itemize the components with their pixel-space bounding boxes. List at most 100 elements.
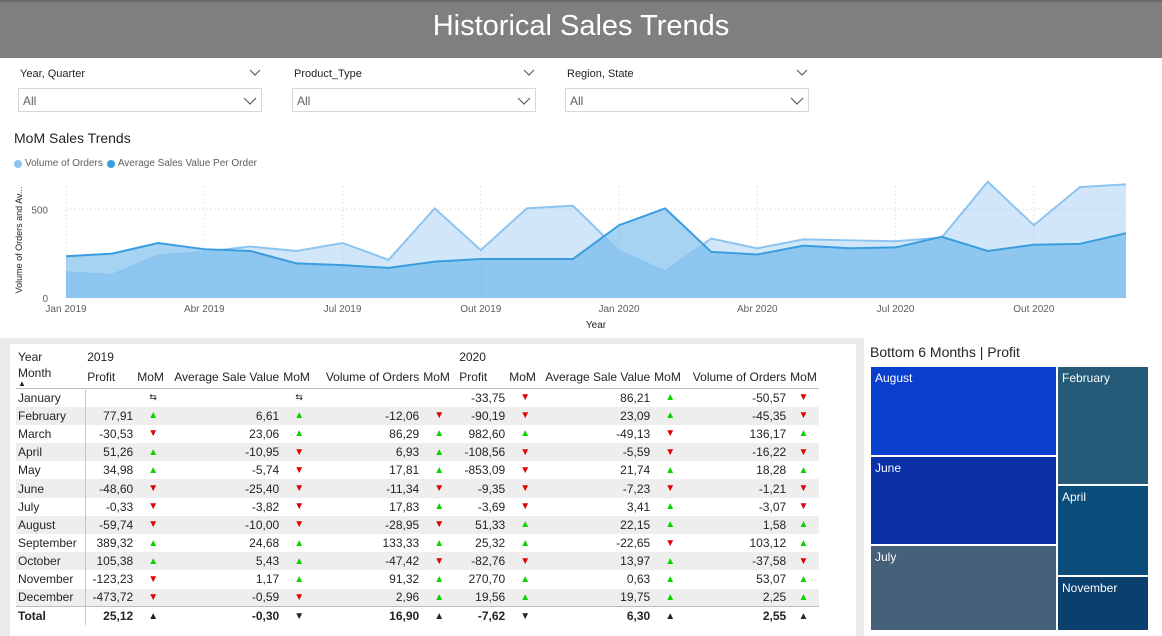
cell-value: -22,65	[616, 536, 651, 551]
profit-matrix-table[interactable]: Year 2019 2020 Month ▲ Profit MoM Averag…	[10, 344, 856, 636]
treemap-tile-july[interactable]: July	[870, 545, 1057, 631]
table-row[interactable]: January ⇆ ⇆ -33,75 ▼ 86,21 ▲ -50,57 ▼	[16, 388, 819, 407]
table-row[interactable]: October 105,38 ▲ 5,43 ▲ -47,42 ▼ -82,76 ▼ 13,97 ▲ -…	[16, 552, 819, 571]
mom-indicator-icon: ▲	[652, 588, 689, 607]
cell-value: 389,32	[96, 536, 134, 551]
tile-label: November	[1062, 581, 1118, 595]
legend-item-average[interactable]: Average Sales Value Per Order	[106, 158, 257, 169]
bottom-months-treemap[interactable]: Bottom 6 Months | Profit August June Jul…	[864, 338, 1162, 636]
cell-value: -49,13	[616, 426, 651, 441]
mom-indicator-icon: ▼	[135, 479, 172, 498]
cell-value: -473,72	[85, 588, 136, 607]
table-row[interactable]: March -30,53 ▼ 23,06 ▲ 86,29 ▲ 982,60 ▲ -49,13 ▼ 13…	[16, 424, 819, 444]
legend-label: Volume of Orders	[25, 158, 103, 169]
year-quarter-dropdown[interactable]: All	[18, 88, 262, 112]
mom-indicator-icon: ▲	[788, 606, 819, 625]
cell-value: 25,32	[475, 536, 506, 551]
report-header: Historical Sales Trends	[0, 0, 1162, 58]
year-2020: 2020	[459, 350, 486, 364]
cell-value: 103,12	[749, 536, 787, 551]
x-tick-label: Abr 2020	[737, 304, 778, 315]
col-header: Average Sale Value	[174, 370, 280, 384]
table-row[interactable]: November -123,23 ▼ 1,17 ▲ 91,32 ▲ 270,70 ▲ 0,63 ▲ 5…	[16, 570, 819, 589]
chevron-down-icon[interactable]	[248, 66, 262, 80]
table-row[interactable]: September 389,32 ▲ 24,68 ▲ 133,33 ▲ 25,32 ▲ -22,6…	[16, 534, 819, 553]
tile-label: July	[875, 550, 897, 564]
table-row[interactable]: February 77,91 ▲ 6,61 ▲ -12,06 ▼ -90,19 ▼ 23,09 ▲ -…	[16, 406, 819, 425]
table-row[interactable]: June -48,60 ▼ -25,40 ▼ -11,34 ▼ -9,35 ▼ -7,23 ▼ -1,…	[16, 479, 819, 498]
cell-value: 2,25	[688, 588, 789, 607]
region-state-dropdown[interactable]: All	[565, 88, 809, 112]
treemap-tile-june[interactable]: June	[870, 456, 1057, 545]
year-quarter-slicer[interactable]: Year, Quarter All	[18, 66, 262, 112]
mom-indicator-icon: ▲	[148, 537, 159, 549]
mom-indicator-icon: ▼	[148, 428, 159, 440]
cell-value: -25,40	[171, 479, 282, 498]
cell-value: -853,09	[464, 463, 506, 478]
year-header-row: Year 2019 2020	[16, 348, 819, 366]
chevron-down-icon[interactable]	[795, 66, 809, 80]
table-row[interactable]: April 51,26 ▲ -10,95 ▼ 6,93 ▲ -108,56 ▼ -5,59 ▼ -16…	[16, 443, 819, 462]
matrix-body: January ⇆ ⇆ -33,75 ▼ 86,21 ▲ -50,57 ▼ February 77,…	[16, 388, 819, 625]
region-state-slicer[interactable]: Region, State All	[565, 66, 809, 112]
mom-indicator-icon: ▲	[434, 428, 445, 440]
table-row[interactable]: December -473,72 ▼ -0,59 ▼ 2,96 ▲ 19,56 ▲ 19,75 ▲ 2…	[16, 588, 819, 607]
treemap-title: Bottom 6 Months | Profit	[870, 344, 1020, 360]
mom-indicator-icon: ▼	[788, 443, 819, 462]
cell-value: -11,34	[317, 479, 422, 498]
row-month: May	[16, 461, 86, 480]
mom-indicator-icon: ▲	[520, 428, 531, 440]
chart-legend[interactable]: Volume of Orders Average Sales Value Per…	[14, 158, 257, 169]
cell-value: -0,33	[105, 499, 134, 514]
matrix-table[interactable]: Year 2019 2020 Month ▲ Profit MoM Averag…	[16, 348, 819, 625]
cell-value: -28,95	[317, 515, 422, 534]
treemap-tile-november[interactable]: November	[1057, 576, 1149, 631]
mom-indicator-icon: ▼	[520, 501, 531, 513]
col-header: MoM	[137, 370, 164, 384]
legend-item-volume[interactable]: Volume of Orders	[14, 158, 103, 169]
treemap-tile-april[interactable]: April	[1057, 485, 1149, 576]
cell-value: 982,60	[468, 426, 506, 441]
mom-indicator-icon: ▼	[148, 501, 159, 513]
table-row[interactable]: August -59,74 ▼ -10,00 ▼ -28,95 ▼ 51,33 ▲ 22,15 ▲ 1…	[16, 515, 819, 534]
mom-indicator-icon: ▼	[798, 501, 809, 513]
area-chart-svg[interactable]: 0500Jan 2019 Abr 2019 Jul 2019 Out 2019 Jan …	[0, 122, 1162, 338]
total-value: 16,90	[317, 606, 422, 625]
mom-indicator-icon: ▲	[434, 501, 445, 513]
chevron-down-icon[interactable]	[522, 66, 536, 80]
x-tick-label: Jan 2019	[45, 304, 87, 315]
cell-value: -5,59	[543, 443, 653, 462]
cell-value: -47,42	[317, 552, 422, 571]
product-type-slicer[interactable]: Product_Type All	[292, 66, 536, 112]
treemap-tile-february[interactable]: February	[1057, 366, 1149, 485]
mom-indicator-icon: ▲	[520, 573, 531, 585]
tile-label: June	[875, 461, 902, 475]
cell-value: -9,35	[457, 479, 508, 498]
slicer-value: All	[23, 94, 37, 108]
mom-sales-trends-chart[interactable]: 0 500 Jan 2019 Abr 2019 Jul 2019 Out 2019 Jan …	[0, 122, 1162, 338]
table-row[interactable]: July -0,33 ▼ -3,82 ▼ 17,83 ▲ -3,69 ▼ 3,41 ▲ -3,07 ▼	[16, 497, 819, 516]
month-header[interactable]: Month ▲	[16, 366, 85, 389]
col-header: MoM	[790, 370, 817, 384]
cell-value: 1,58	[688, 515, 789, 534]
mom-indicator-icon: ▲	[434, 537, 445, 549]
slicer-value: All	[570, 94, 584, 108]
total-value: -7,62	[457, 606, 508, 625]
cell-value: -3,82	[251, 499, 280, 514]
cell-value: -10,00	[171, 515, 282, 534]
col-header: MoM	[509, 370, 536, 384]
treemap-tile-august[interactable]: August	[870, 366, 1057, 456]
mom-indicator-icon: ▲	[798, 537, 809, 549]
cell-value: 22,15	[543, 515, 653, 534]
mom-indicator-icon: ▼	[652, 443, 689, 462]
cell-value: 51,26	[85, 443, 136, 462]
col-header: Volume of Orders	[692, 370, 787, 384]
sort-asc-icon[interactable]: ▲	[18, 380, 83, 388]
cell-value: -10,95	[171, 443, 282, 462]
table-row[interactable]: May 34,98 ▲ -5,74 ▼ 17,81 ▲ -853,09 ▼ 21,74 ▲ 18,28…	[16, 461, 819, 480]
product-type-dropdown[interactable]: All	[292, 88, 536, 112]
cell-value: -90,19	[457, 406, 508, 425]
slicer-label: Year, Quarter	[20, 68, 86, 80]
mom-indicator-icon: ▲	[798, 428, 809, 440]
mom-indicator-icon: ▲	[421, 588, 458, 607]
